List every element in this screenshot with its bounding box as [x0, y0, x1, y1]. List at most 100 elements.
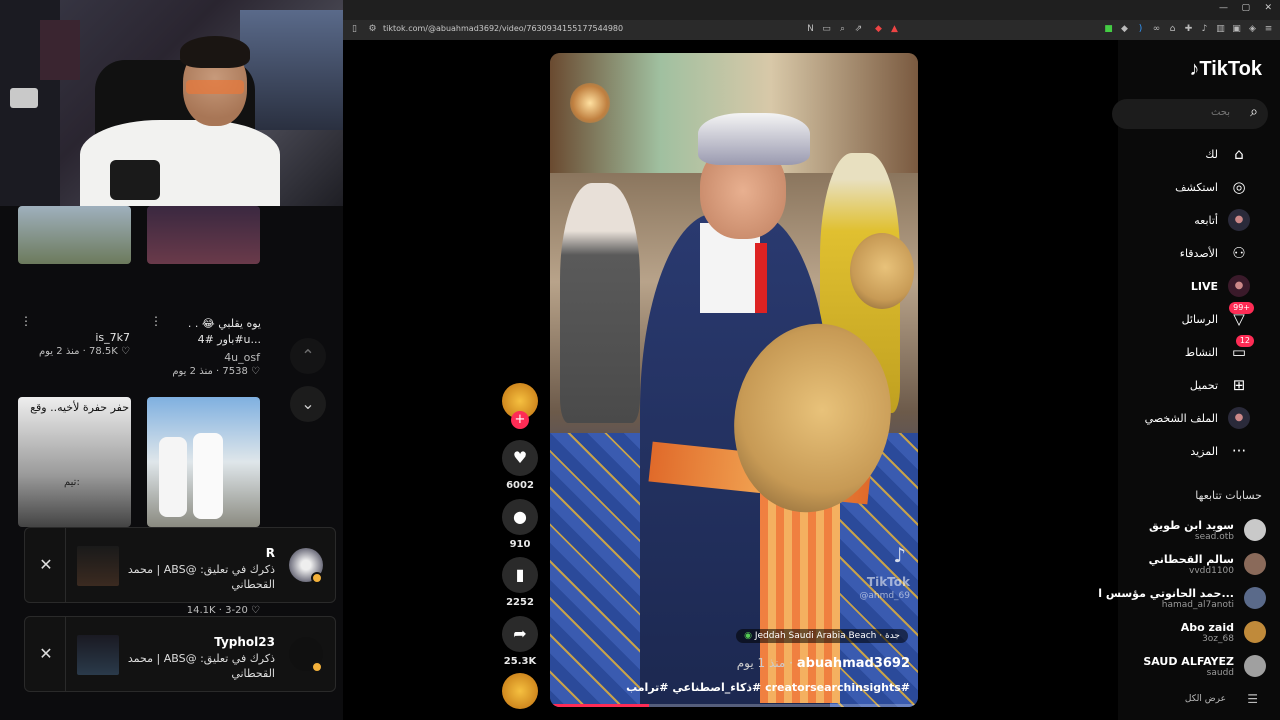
like-button[interactable]: ♥: [502, 440, 538, 476]
left-panel: ⋮ is_7k7 ♡ 78.5K · منذ 2 يوم ⋮ يوه يقلبي…: [0, 0, 343, 720]
sidebar-item-home[interactable]: لك ⌂: [1205, 142, 1250, 166]
sidebar-item-upload[interactable]: تحميل ⊞: [1190, 373, 1250, 397]
address-bar-row: ▯ ⚙ tiktok.com/@abuahmad3692/video/76309…: [343, 20, 1280, 40]
account-name: حمد الحانوتي مؤسس ا...: [1098, 586, 1234, 600]
following-header: حسابات تتابعها: [1195, 489, 1262, 502]
account-name: SAUD ALFAYEZ: [1143, 654, 1234, 668]
shield-icon[interactable]: ◈: [1247, 24, 1258, 35]
sidebar-item-label: النشاط: [1184, 345, 1218, 359]
show-all-link[interactable]: عرض الكل: [1185, 694, 1226, 704]
previous-video-button[interactable]: ⌃: [290, 338, 326, 374]
video-meta: ♡ 7538 · منذ 2 يوم: [172, 366, 260, 377]
thumbnail-figure: [193, 433, 223, 519]
followed-account-item[interactable]: Abo zaid 3oz_68: [1181, 617, 1266, 647]
extension-icon[interactable]: ∞: [1151, 24, 1162, 35]
maximize-button[interactable]: ▢: [1241, 3, 1250, 13]
close-window-button[interactable]: ✕: [1264, 3, 1272, 13]
zoom-icon[interactable]: ⌕: [837, 24, 848, 35]
location-pill[interactable]: ◉ Jeddah Saudi Arabia Beach · جدة: [736, 629, 908, 643]
video-thumbnail[interactable]: حفر حفرة لأخيه.. وقع تيم:: [18, 397, 131, 527]
sidebar-item-profile[interactable]: الملف الشخصي ●: [1145, 406, 1250, 430]
live-icon: ●: [1228, 275, 1250, 297]
cast-icon[interactable]: ▭: [821, 24, 832, 35]
followed-account-item[interactable]: SAUD ALFAYEZ saudd: [1143, 651, 1266, 681]
comment-badge-icon: [311, 572, 323, 584]
upload-icon: ⊞: [1232, 376, 1246, 394]
chevron-down-icon: ⌄: [301, 394, 315, 413]
account-handle: saudd: [1206, 667, 1234, 678]
wallet-icon[interactable]: ▣: [1231, 24, 1242, 35]
microphone: [110, 160, 160, 200]
video-thumbnail[interactable]: [147, 206, 260, 264]
notification-toast[interactable]: ✕ Typhol23 ذكرك في تعليق: @ABS | محمد ال…: [24, 616, 336, 692]
video-caption[interactable]: #creatorsearchinsights #ذكاء_اصطناعي #تر…: [580, 681, 910, 694]
video-thumbnail[interactable]: [147, 397, 260, 527]
followed-account-item[interactable]: سالم القحطاني vvdd1100: [1149, 549, 1266, 579]
minimize-button[interactable]: —: [1219, 3, 1228, 13]
extension-icon[interactable]: ⌂: [1167, 24, 1178, 35]
sidebar-item-live[interactable]: LIVE ●: [1191, 274, 1250, 298]
sound-disc-icon[interactable]: [502, 673, 538, 709]
tiktok-logo[interactable]: ♪TikTok: [1189, 58, 1262, 81]
like-count: 78.5K: [89, 346, 118, 357]
followed-account-item[interactable]: حمد الحانوتي مؤسس ا... hamad_al7anoti: [1098, 583, 1266, 613]
close-icon[interactable]: ✕: [35, 554, 57, 576]
video-player[interactable]: ♪ TikTok @ahmd_69 ◉ Jeddah Saudi Arabia …: [550, 53, 918, 707]
messages-icon: ▽ 99+: [1228, 302, 1254, 330]
share-button[interactable]: ➦: [502, 616, 538, 652]
account-handle: 3oz_68: [1202, 633, 1234, 644]
sidebar-item-activity[interactable]: النشاط ▭ 12: [1184, 335, 1254, 364]
divider: [65, 528, 66, 602]
next-video-button[interactable]: ⌄: [290, 386, 326, 422]
close-icon[interactable]: ✕: [35, 643, 57, 665]
extension-icon[interactable]: ■: [1103, 24, 1114, 35]
sidebar-item-label: الأصدقاء: [1179, 246, 1218, 260]
puzzle-icon[interactable]: ✚: [1183, 24, 1194, 35]
avatar: [1244, 519, 1266, 541]
comment-button[interactable]: ●: [502, 499, 538, 535]
site-info-icon[interactable]: ⚙: [367, 24, 378, 35]
sidebar-item-label: LIVE: [1190, 279, 1218, 293]
followed-account-item[interactable]: سويد ابن طويق sead.otb: [1149, 515, 1266, 545]
reader-icon[interactable]: N: [805, 24, 816, 35]
video-meta: ♡ 14.1K · 3-20: [186, 605, 260, 616]
search-input[interactable]: بحث ⌕: [1112, 99, 1268, 129]
alert-icon[interactable]: ▲: [889, 24, 900, 35]
url-input[interactable]: tiktok.com/@abuahmad3692/video/763093415…: [383, 24, 623, 33]
sidebar-item-more[interactable]: المزيد ···: [1190, 439, 1250, 463]
bookmark-icon: ▮: [515, 565, 525, 584]
sidebar-item-messages[interactable]: الرسائل ▽ 99+: [1182, 302, 1254, 331]
video-author[interactable]: abuahmad3692: [797, 656, 910, 671]
compass-icon: ◎: [1232, 178, 1246, 196]
save-button[interactable]: ▮: [502, 557, 538, 593]
video-thumbnail[interactable]: [18, 206, 131, 264]
video-author[interactable]: 4u_osf: [170, 351, 260, 364]
notification-toast[interactable]: ✕ R ذكرك في تعليق: @ABS | محمد القحطاني: [24, 527, 336, 603]
save-count: 2252: [506, 597, 534, 608]
video-title[interactable]: يوه يقلبي 😂 . . #باور #4u...: [160, 316, 261, 348]
account-name: سالم القحطاني: [1148, 552, 1234, 566]
tiktok-watermark-icon: ♪: [893, 543, 906, 567]
post-age: منذ 2 يوم: [172, 366, 213, 377]
bookmark-icon[interactable]: ▯: [349, 24, 360, 35]
follow-plus-icon[interactable]: +: [511, 411, 529, 429]
sidebar-item-compass[interactable]: استكشف ◎: [1175, 175, 1250, 199]
sidebar-item-following[interactable]: أتابعه ●: [1194, 208, 1250, 232]
video-progress-bar[interactable]: [550, 704, 918, 707]
search-icon[interactable]: ⌕: [1250, 104, 1258, 120]
post-age: منذ 1 يوم: [736, 656, 786, 670]
more-options-icon[interactable]: ⋮: [20, 314, 32, 328]
shield-icon[interactable]: ◆: [873, 24, 884, 35]
menu-icon[interactable]: ≡: [1263, 24, 1274, 35]
list-icon[interactable]: ☰: [1247, 692, 1258, 706]
profile-icon: ●: [1228, 407, 1250, 429]
share-icon[interactable]: ⇗: [853, 24, 864, 35]
extension-icon[interactable]: ): [1135, 24, 1146, 35]
tiktok-extension-icon[interactable]: ♪: [1199, 24, 1210, 35]
share-arrow-icon: ➦: [513, 624, 527, 643]
video-title[interactable]: is_7k7: [40, 331, 130, 344]
account-handle: sead.otb: [1194, 531, 1234, 542]
extension-icon[interactable]: ◆: [1119, 24, 1130, 35]
sidebar-icon[interactable]: ▥: [1215, 24, 1226, 35]
sidebar-item-friends[interactable]: الأصدقاء ⚇: [1180, 241, 1250, 265]
